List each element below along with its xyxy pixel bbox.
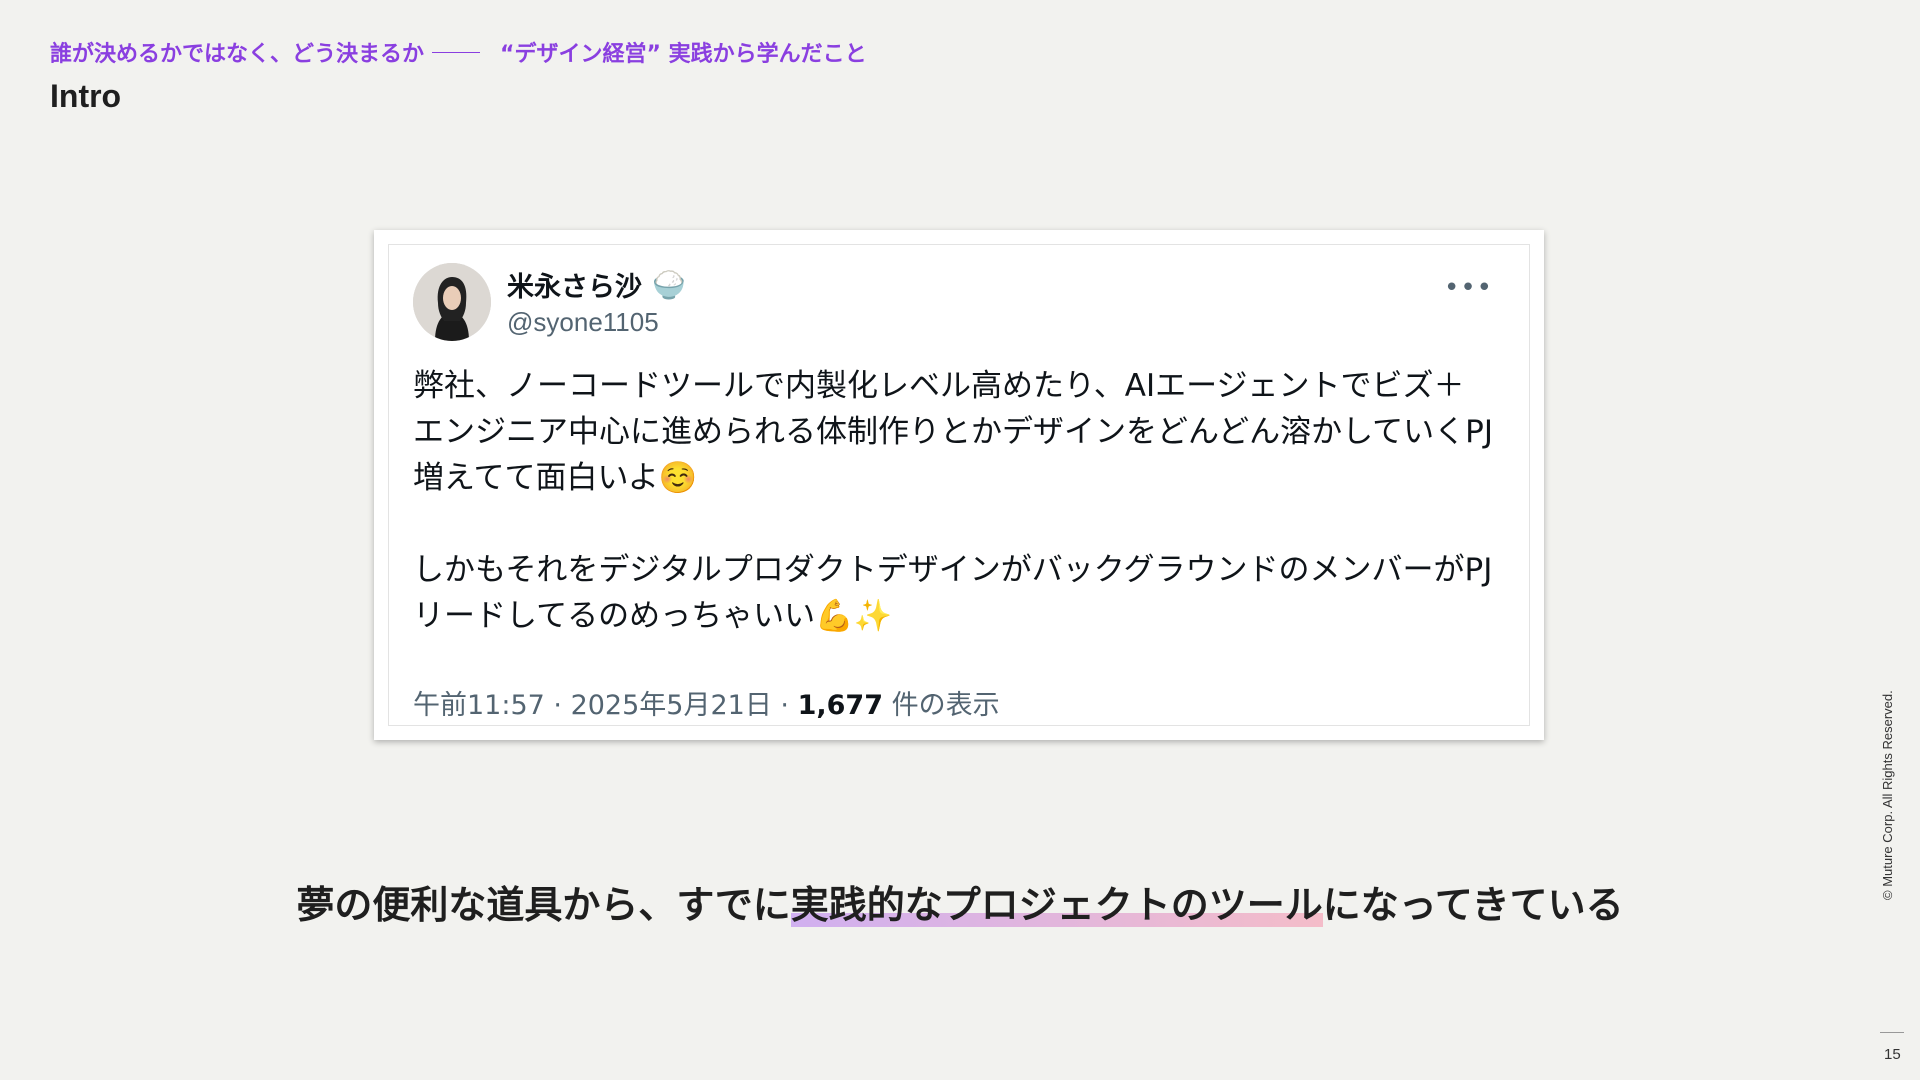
caption-text: になってきている	[1322, 883, 1624, 927]
views-label: 件の表示	[891, 690, 1000, 721]
more-horizontal-icon[interactable]: •••	[1444, 275, 1493, 301]
tweet-paragraph: しかもそれをデジタルプロダクトデザインがバックグラウンドのメンバーがPJリードし…	[413, 552, 1493, 634]
caption-highlight: 実践的なプロジェクトのツール	[790, 883, 1323, 927]
tweet-date[interactable]: 2025年5月21日	[571, 690, 772, 721]
meta-separator: ·	[780, 690, 798, 721]
subtitle-left: 誰が決めるかではなく、どう決まるか	[50, 42, 425, 67]
copyright: © Muture Corp. All Rights Reserved.	[1880, 690, 1895, 900]
page-title: Intro	[50, 78, 122, 114]
section-subtitle: 誰が決めるかではなく、どう決まるか “デザイン経営” 実践から学んだこと	[50, 36, 867, 68]
author-name: 米永さら沙 🍚	[507, 265, 686, 304]
caption-text: 夢の便利な道具から、すでに	[296, 883, 791, 927]
meta-separator: ·	[553, 690, 571, 721]
page-number: 15	[1884, 1046, 1901, 1063]
views-count: 1,677	[797, 690, 883, 721]
rice-bowl-icon: 🍚	[652, 269, 686, 301]
tweet-screenshot: 米永さら沙 🍚 @syone1105 ••• 弊社、ノーコードツールで内製化レベ…	[374, 230, 1544, 740]
avatar-photo	[413, 263, 491, 341]
avatar	[413, 263, 491, 341]
slide-caption: 夢の便利な道具から、すでに実践的なプロジェクトのツールになってきている	[0, 874, 1920, 929]
tweet-paragraph: 弊社、ノーコードツールで内製化レベル高めたり、AIエージェントでビズ＋エンジニア…	[413, 368, 1493, 496]
tweet-card: 米永さら沙 🍚 @syone1105 ••• 弊社、ノーコードツールで内製化レベ…	[388, 244, 1530, 726]
tweet-metadata: 午前11:57 · 2025年5月21日 · 1,677 件の表示	[413, 683, 1000, 722]
author-handle: @syone1105	[507, 307, 659, 337]
tweet-time[interactable]: 午前11:57	[413, 690, 545, 721]
author-name-text: 米永さら沙	[507, 272, 642, 303]
page-divider	[1880, 1032, 1904, 1033]
subtitle-right: “デザイン経営” 実践から学んだこと	[500, 42, 867, 67]
subtitle-divider	[432, 51, 481, 53]
tweet-text: 弊社、ノーコードツールで内製化レベル高めたり、AIエージェントでビズ＋エンジニア…	[413, 363, 1493, 639]
